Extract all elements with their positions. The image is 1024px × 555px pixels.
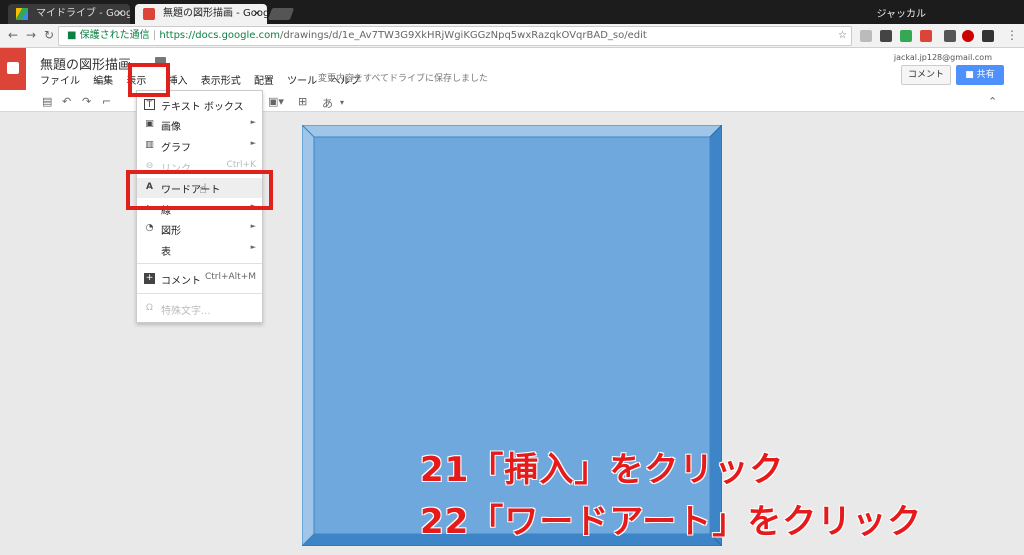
close-icon[interactable]: × [116, 4, 124, 24]
image-icon: ▣ [145, 119, 154, 129]
lock-icon: ■ [67, 30, 77, 41]
new-tab-button[interactable] [267, 8, 295, 20]
chevron-down-icon[interactable]: ▾ [340, 98, 344, 107]
menu-item-text-box[interactable]: T テキスト ボックス [137, 95, 262, 115]
drawings-logo[interactable] [0, 48, 26, 90]
extension-icon[interactable] [962, 30, 974, 42]
url-input[interactable]: ■ 保護された通信 | https://docs.google.com/draw… [58, 26, 852, 46]
annotation-step-21: 21「挿入」をクリック [420, 450, 785, 490]
submenu-arrow-icon: ► [250, 139, 256, 147]
menu-insert[interactable]: 挿入 [168, 72, 188, 87]
menu-item-label: 特殊文字... [161, 306, 211, 317]
drawings-icon [143, 8, 155, 20]
menu-item-label: 画像 [161, 122, 181, 133]
tab-drawing[interactable]: 無題の図形描画 - Google × [135, 4, 267, 24]
reload-icon[interactable]: ↻ [44, 28, 54, 42]
menu-edit[interactable]: 編集 [93, 72, 113, 87]
menu-item-label: グラフ [161, 143, 191, 154]
text-box-icon: T [144, 99, 155, 110]
account-email[interactable]: jackal.jp128@gmail.com [894, 53, 992, 62]
submenu-arrow-icon: ► [250, 118, 256, 126]
menu-divider [137, 293, 262, 294]
extension-icon[interactable] [900, 30, 912, 42]
tab-drive[interactable]: マイドライブ - Google ドライ × [8, 4, 130, 24]
image-icon[interactable]: ▣▾ [268, 95, 284, 108]
extension-icon[interactable] [920, 30, 932, 42]
menu-item-shape[interactable]: ◔ 図形 ► [137, 219, 262, 239]
menu-tools[interactable]: ツール [287, 72, 317, 87]
chart-icon: ▥ [145, 140, 154, 150]
extension-icon[interactable] [944, 30, 956, 42]
shape-icon: ◔ [145, 223, 154, 233]
menu-item-label: テキスト ボックス [161, 102, 244, 113]
menu-item-label: 図形 [161, 226, 181, 237]
save-status: 変更内容をすべてドライブに保存しました [318, 74, 489, 84]
extension-icon[interactable] [880, 30, 892, 42]
tab-title: 無題の図形描画 - Google [163, 8, 267, 19]
profile-name[interactable]: ジャッカル [877, 5, 927, 20]
font-button[interactable]: あ [322, 95, 333, 111]
menu-item-table[interactable]: 表 ► [137, 240, 262, 260]
shortcut-label: Ctrl+Alt+M [204, 272, 256, 282]
collapse-icon[interactable]: ⌃ [988, 95, 997, 108]
paint-format-icon[interactable]: ⌐ [102, 95, 111, 108]
menu-file[interactable]: ファイル [40, 72, 80, 87]
menu-arrange[interactable]: 配置 [254, 72, 274, 87]
close-icon[interactable]: × [253, 4, 261, 24]
menu-format[interactable]: 表示形式 [201, 72, 241, 87]
drive-icon [16, 8, 28, 20]
comment-button[interactable]: コメント [901, 65, 951, 85]
secure-label: 保護された通信 [79, 30, 150, 41]
print-icon[interactable]: ▤ [42, 95, 52, 108]
share-label: 共有 [976, 70, 995, 80]
browser-tabstrip: マイドライブ - Google ドライ × 無題の図形描画 - Google ×… [0, 0, 1024, 24]
menu-icon[interactable]: ⋮ [1006, 28, 1018, 42]
star-icon[interactable]: ☆ [838, 27, 847, 45]
undo-icon[interactable]: ↶ [62, 95, 71, 108]
highlight-box-wordart [126, 170, 273, 210]
extension-icon[interactable] [982, 30, 994, 42]
submenu-arrow-icon: ► [250, 222, 256, 230]
document-title[interactable]: 無題の図形描画 [40, 54, 131, 73]
extension-icon[interactable] [860, 30, 872, 42]
menu-item-chart[interactable]: ▥ グラフ ► [137, 136, 262, 156]
menu-item-special-chars: Ω 特殊文字... [137, 299, 262, 319]
menu-item-label: コメント [161, 276, 201, 287]
comment-icon: + [144, 273, 155, 284]
comment-add-icon[interactable]: ⊞ [298, 95, 307, 108]
highlight-box-insert [128, 63, 170, 97]
omega-icon: Ω [146, 303, 153, 313]
lock-icon: ■ [965, 70, 977, 80]
share-button[interactable]: ■ 共有 [956, 65, 1004, 85]
redo-icon[interactable]: ↷ [82, 95, 91, 108]
menu-item-image[interactable]: ▣ 画像 ► [137, 115, 262, 135]
menu-item-label: 表 [161, 247, 171, 258]
shortcut-label: Ctrl+K [226, 160, 256, 170]
annotation-step-22: 22「ワードアート」をクリック [420, 502, 923, 542]
address-bar-row: ← → ↻ ■ 保護された通信 | https://docs.google.co… [0, 24, 1024, 48]
url-host: https://docs.google.com [159, 30, 280, 41]
menu-divider [137, 263, 262, 264]
submenu-arrow-icon: ► [250, 243, 256, 251]
menu-item-link: ⊖ リンク Ctrl+K [137, 157, 262, 171]
forward-icon[interactable]: → [26, 28, 36, 42]
url-path: /drawings/d/1e_Av7TW3G9XkHRjWgiKGGzNpq5w… [280, 30, 647, 41]
back-icon[interactable]: ← [8, 28, 18, 42]
menu-item-comment[interactable]: + コメント Ctrl+Alt+M [137, 269, 262, 289]
